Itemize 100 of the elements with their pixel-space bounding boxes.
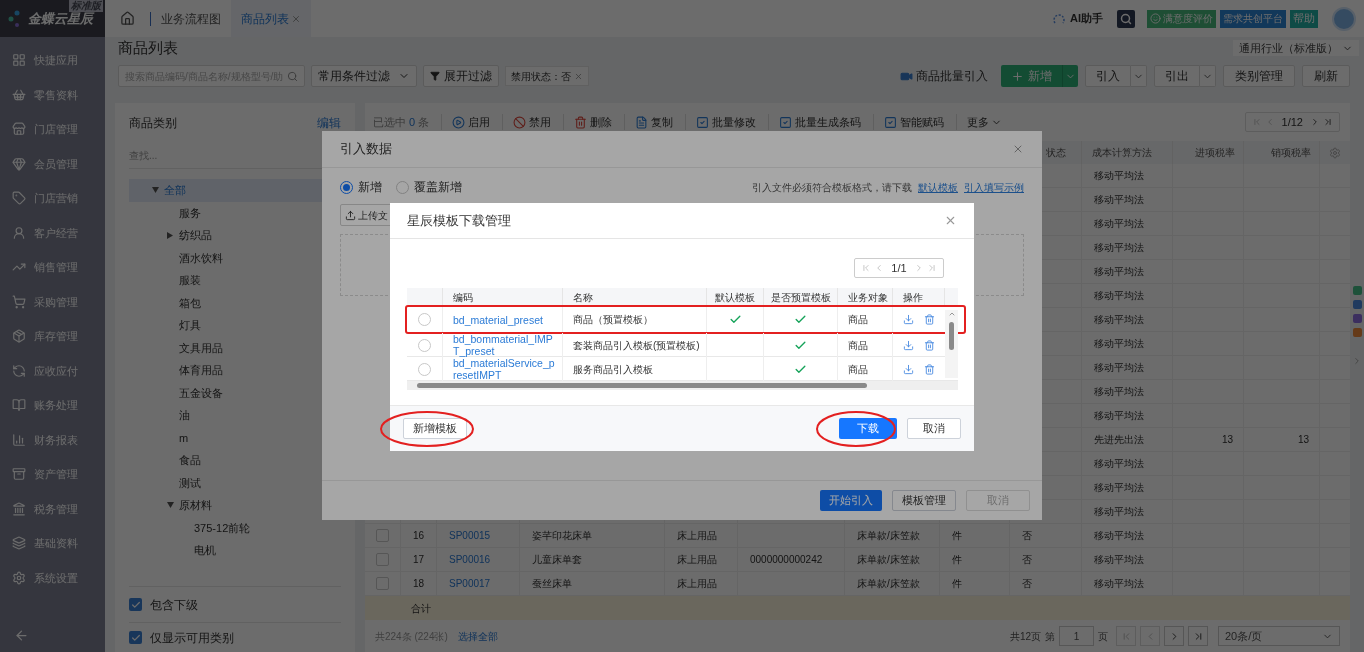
- scrollbar-thumb[interactable]: [949, 322, 954, 350]
- code-link[interactable]: SP00017: [449, 576, 491, 591]
- first-page-icon[interactable]: [861, 263, 872, 273]
- nav-icon: [12, 225, 26, 240]
- filter-select[interactable]: 常用条件过滤: [311, 65, 417, 87]
- tree-item[interactable]: 电机: [129, 539, 341, 562]
- table-cell-text: 床单款/床笠款: [857, 553, 920, 567]
- option-label: 仅显示可用类别: [150, 629, 234, 647]
- scroll-up-icon[interactable]: [947, 310, 956, 318]
- column-header: 默认模板: [715, 291, 755, 305]
- satisfaction-button[interactable]: 满意度评价: [1147, 9, 1216, 28]
- download-icon[interactable]: [903, 339, 914, 351]
- column-header: 名称: [573, 291, 593, 305]
- tree-item[interactable]: 原材料: [129, 494, 341, 517]
- checkbox[interactable]: [129, 631, 142, 644]
- nav-icon: [12, 87, 26, 102]
- template-link[interactable]: 引入填写示例: [964, 179, 1024, 195]
- code-link[interactable]: SP00016: [449, 552, 491, 567]
- tree-item[interactable]: 纺织品: [129, 224, 341, 247]
- settings-icon[interactable]: [1329, 146, 1341, 159]
- page-tab[interactable]: 商品列表: [231, 0, 311, 37]
- table-cell-text: 移动平均法: [1094, 409, 1144, 423]
- expand-icon[interactable]: [1352, 356, 1362, 366]
- nav-icon: [12, 122, 26, 137]
- dialog-title: 引入数据: [340, 140, 392, 159]
- page-tab[interactable]: 业务流程图: [151, 0, 231, 37]
- add-button[interactable]: 新增: [1001, 65, 1062, 87]
- table-cell-text: 商品: [848, 313, 868, 327]
- more-menu[interactable]: 更多: [956, 113, 1003, 131]
- table-cell-text: 套装商品引入模板(预置模板): [573, 338, 700, 353]
- download-icon[interactable]: [903, 314, 914, 325]
- toolbar-action[interactable]: 批量修改: [685, 113, 757, 131]
- template-link[interactable]: 默认模板: [918, 179, 958, 195]
- filter-tag[interactable]: 禁用状态：否: [505, 66, 589, 86]
- trash-icon[interactable]: [924, 339, 935, 351]
- scrollbar-thumb[interactable]: [417, 383, 867, 388]
- toolbar-button[interactable]: 刷新: [1302, 65, 1350, 87]
- toolbar-action[interactable]: 启用: [441, 113, 491, 131]
- close-icon[interactable]: [291, 13, 301, 24]
- checkbox[interactable]: [129, 598, 142, 611]
- next-page-icon[interactable]: [1310, 117, 1320, 127]
- template-code-link[interactable]: bd_material_preset: [453, 313, 543, 326]
- trash-icon[interactable]: [924, 314, 935, 325]
- table-cell-text: 移动平均法: [1094, 265, 1144, 279]
- radio-button[interactable]: [418, 338, 431, 352]
- toolbar-action[interactable]: 复制: [624, 113, 674, 131]
- code-link[interactable]: SP00015: [449, 528, 491, 543]
- next-page-button[interactable]: [1164, 626, 1184, 646]
- toolbar-action[interactable]: 删除: [563, 113, 613, 131]
- radio-button[interactable]: [418, 362, 431, 376]
- table-cell-text: 移动平均法: [1094, 505, 1144, 519]
- close-icon[interactable]: [574, 71, 583, 81]
- table-cell-text: 商品: [848, 362, 868, 377]
- radio-button[interactable]: [418, 313, 431, 326]
- last-page-icon[interactable]: [1323, 117, 1333, 127]
- total-label: 合计: [411, 601, 431, 616]
- tree-item[interactable]: 375-12前轮: [129, 516, 341, 539]
- dropdown-toggle[interactable]: [1062, 65, 1078, 87]
- home-icon[interactable]: [120, 11, 135, 26]
- template-code-link[interactable]: bd_materialService_presetIMPT: [453, 357, 558, 381]
- dialog-button[interactable]: 开始引入: [820, 490, 882, 511]
- table-cell-text: 否: [1022, 529, 1032, 543]
- table-cell-text: 13: [1221, 433, 1233, 447]
- ai-assistant-link[interactable]: AI助手: [1070, 10, 1103, 27]
- industry-dropdown[interactable]: 通用行业（标准版）: [1233, 39, 1359, 57]
- toolbar-button[interactable]: 类别管理: [1223, 65, 1295, 87]
- edit-link[interactable]: 编辑: [317, 114, 341, 132]
- table-cell-text: 16: [412, 529, 425, 543]
- checkbox-icon: [884, 115, 898, 129]
- dialog-button[interactable]: 取消: [907, 418, 961, 439]
- collapse-icon[interactable]: [14, 627, 29, 643]
- split-button[interactable]: 引出: [1154, 65, 1200, 87]
- toolbar-action[interactable]: 批量生成条码: [768, 113, 862, 131]
- last-page-button[interactable]: [1188, 626, 1208, 646]
- batch-import-link[interactable]: 商品批量引入: [900, 67, 988, 85]
- help-button[interactable]: 帮助: [1290, 9, 1318, 28]
- dialog-button[interactable]: 新增模板: [403, 418, 467, 439]
- page-size-select[interactable]: 20条/页: [1218, 626, 1340, 646]
- trash-icon[interactable]: [924, 363, 935, 375]
- table-cell-text: 移动平均法: [1094, 217, 1144, 231]
- table-cell-text: 移动平均法: [1094, 457, 1144, 471]
- search-button[interactable]: [1117, 9, 1135, 28]
- platform-button[interactable]: 需求共创平台: [1220, 9, 1286, 28]
- filter-icon: [430, 71, 440, 81]
- last-page-icon[interactable]: [926, 263, 937, 273]
- toolbar-action[interactable]: 禁用: [502, 113, 552, 131]
- dialog-button[interactable]: 下载: [839, 418, 897, 439]
- download-icon[interactable]: [903, 363, 914, 375]
- close-icon[interactable]: [1012, 143, 1024, 155]
- user-avatar[interactable]: [1332, 6, 1356, 31]
- dialog-button[interactable]: 模板管理: [892, 490, 956, 511]
- toolbar-action[interactable]: 智能赋码: [873, 113, 945, 131]
- split-button[interactable]: 引入: [1085, 65, 1131, 87]
- select-all-link[interactable]: 选择全部: [457, 628, 498, 644]
- expand-filter-button[interactable]: 展开过滤: [423, 65, 499, 87]
- ai-icon: [1052, 11, 1066, 26]
- nav-icon: [12, 294, 26, 309]
- radio-button[interactable]: [396, 180, 409, 194]
- page-input[interactable]: 1: [1059, 626, 1094, 646]
- close-icon[interactable]: [944, 214, 957, 227]
